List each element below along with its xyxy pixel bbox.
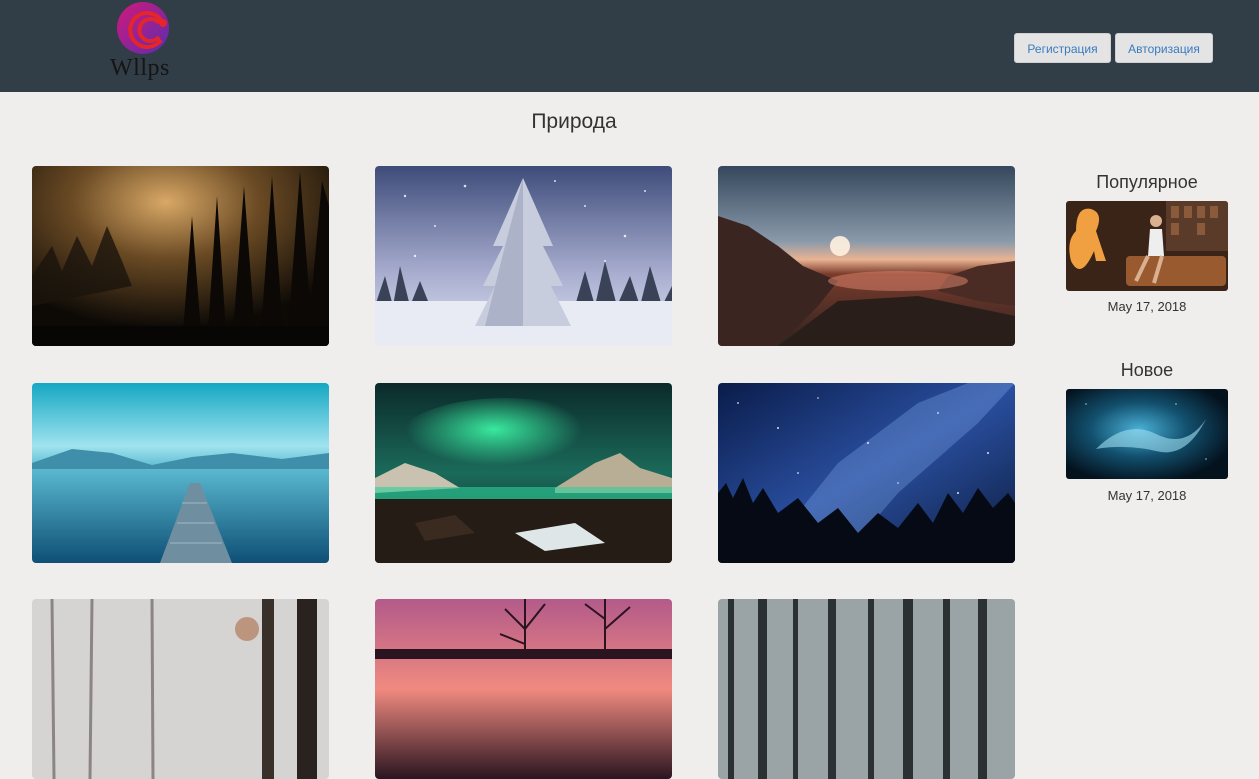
aurora-image [375,383,672,563]
logo-icon [117,2,169,54]
popular-date: May 17, 2018 [1107,299,1187,314]
new-wallpaper-image [1066,389,1228,479]
register-button[interactable]: Регистрация [1014,33,1111,63]
wallpaper-card-sunset-lake[interactable] [718,166,1015,346]
snowy-fir-image [375,166,672,346]
header: Wllps Регистрация Авторизация [0,0,1259,92]
misty-winter-forest-image [32,599,329,779]
logo-text: Wllps [110,55,170,81]
site-logo[interactable]: Wllps [108,0,180,84]
new-date: May 17, 2018 [1107,488,1187,503]
popular-heading: Популярное [1096,172,1198,192]
page-title: Природа [531,110,617,133]
new-wallpaper-card[interactable] [1066,389,1228,479]
login-button[interactable]: Авторизация [1115,33,1213,63]
new-heading: Новое [1120,360,1174,380]
pink-sunset-trees-image [375,599,672,779]
wallpaper-card-misty-winter-forest[interactable] [32,599,329,779]
popular-wallpaper-card[interactable] [1066,201,1228,291]
wallpaper-card-aurora[interactable] [375,383,672,563]
wallpaper-card-pink-sunset-trees[interactable] [375,599,672,779]
wallpaper-card-dark-forest[interactable] [718,599,1015,779]
popular-wallpaper-image [1066,201,1228,291]
sunset-lake-image [718,166,1015,346]
wallpaper-card-foggy-forest[interactable] [32,166,329,346]
wallpaper-card-milky-way[interactable] [718,383,1015,563]
dark-forest-image [718,599,1015,779]
foggy-forest-image [32,166,329,346]
wallpaper-card-snowy-fir[interactable] [375,166,672,346]
milky-way-image [718,383,1015,563]
blue-lake-pier-image [32,383,329,563]
wallpaper-card-blue-lake-pier[interactable] [32,383,329,563]
